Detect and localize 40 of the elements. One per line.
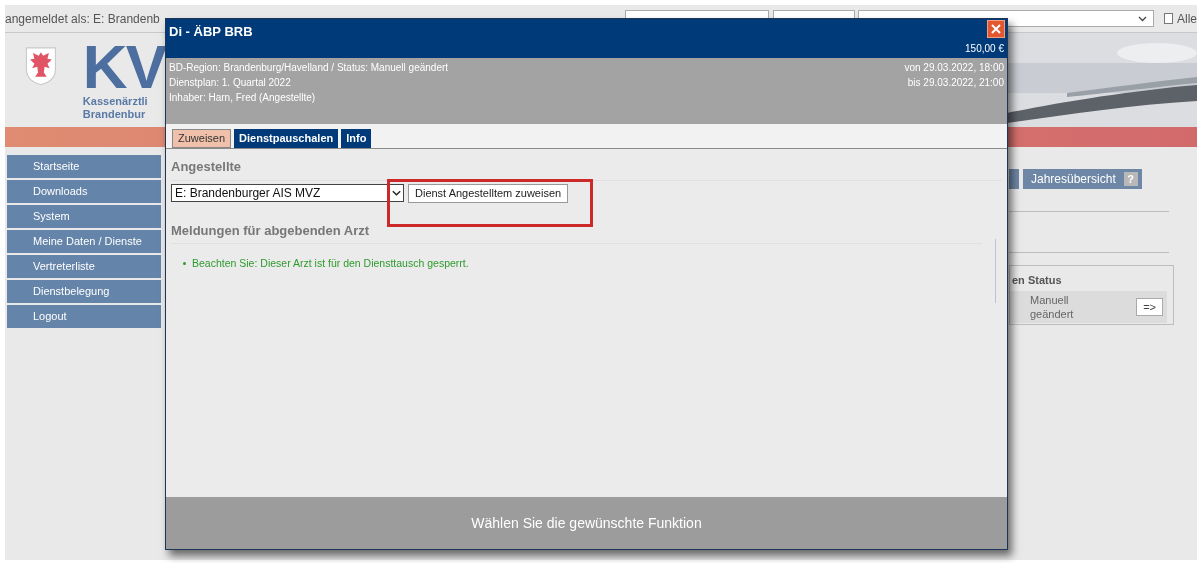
sidebar-item[interactable]: Meine Daten / Dienste xyxy=(7,230,161,253)
tab[interactable]: Info xyxy=(341,129,372,148)
info-text: Inhaber: Harn, Fred (Angestellte) xyxy=(169,91,317,105)
tab[interactable]: Zuweisen xyxy=(172,129,232,148)
logo-text: Kassenärztli xyxy=(82,95,149,108)
column-heading: en Status xyxy=(1011,273,1063,288)
dialog-title: Di - ÄBP BRB xyxy=(169,23,253,41)
info-text: BD-Region: Brandenburg/Havelland / Status: Manuell geändert xyxy=(169,61,449,75)
message-text: Beachten Sie: Dieser Arzt ist für den Diensttausch gesperrt. xyxy=(192,256,469,271)
login-text: angemeldet als: E: Brandenb xyxy=(5,10,160,28)
employee-dropdown[interactable]: E: Brandenburger AIS MVZ xyxy=(171,184,404,202)
footer-text: Wählen Sie die gewünschte Funktion xyxy=(471,513,702,533)
section-title: Meldungen für abgebenden Arzt xyxy=(171,221,371,240)
toolbar-button[interactable] xyxy=(1009,169,1019,189)
section-title: Angestellte xyxy=(171,158,243,176)
info-text: Dienstplan: 1. Quartal 2022 xyxy=(169,76,292,90)
go-button[interactable]: => xyxy=(1136,297,1163,316)
bullet-icon xyxy=(183,262,186,266)
checkbox-label: Alle xyxy=(1177,10,1197,28)
logo-text: Brandenbur xyxy=(82,108,147,121)
status-value: Manuell geändert xyxy=(1030,292,1075,321)
sidebar-item[interactable]: Vertreterliste xyxy=(7,255,161,278)
help-icon: ? xyxy=(1123,172,1138,186)
logo-letters: KV xyxy=(82,39,165,95)
overview-button[interactable]: Jahresübersicht ? xyxy=(1023,169,1142,189)
sidebar-item[interactable]: Dienstbelegung xyxy=(7,280,161,303)
close-button[interactable] xyxy=(987,20,1005,38)
time-text: von 29.03.2022, 18:00 xyxy=(904,61,1004,75)
sidebar-item[interactable]: Downloads xyxy=(7,180,161,203)
sidebar-item[interactable]: System xyxy=(7,205,161,228)
chevron-icon xyxy=(1138,15,1147,22)
assign-button[interactable]: Dienst Angestelltem zuweisen xyxy=(408,183,569,203)
sidebar-item[interactable]: Logout xyxy=(7,305,161,328)
sidebar-item[interactable]: Startseite xyxy=(7,155,161,178)
tab[interactable]: Dienstpauschalen xyxy=(234,129,339,148)
close-icon xyxy=(991,24,1001,34)
time-text: bis 29.03.2022, 21:00 xyxy=(907,76,1004,90)
checkbox[interactable] xyxy=(1164,13,1173,24)
amount: 150,00 € xyxy=(965,42,1004,56)
dropdown-value: E: Brandenburger AIS MVZ xyxy=(175,185,321,202)
